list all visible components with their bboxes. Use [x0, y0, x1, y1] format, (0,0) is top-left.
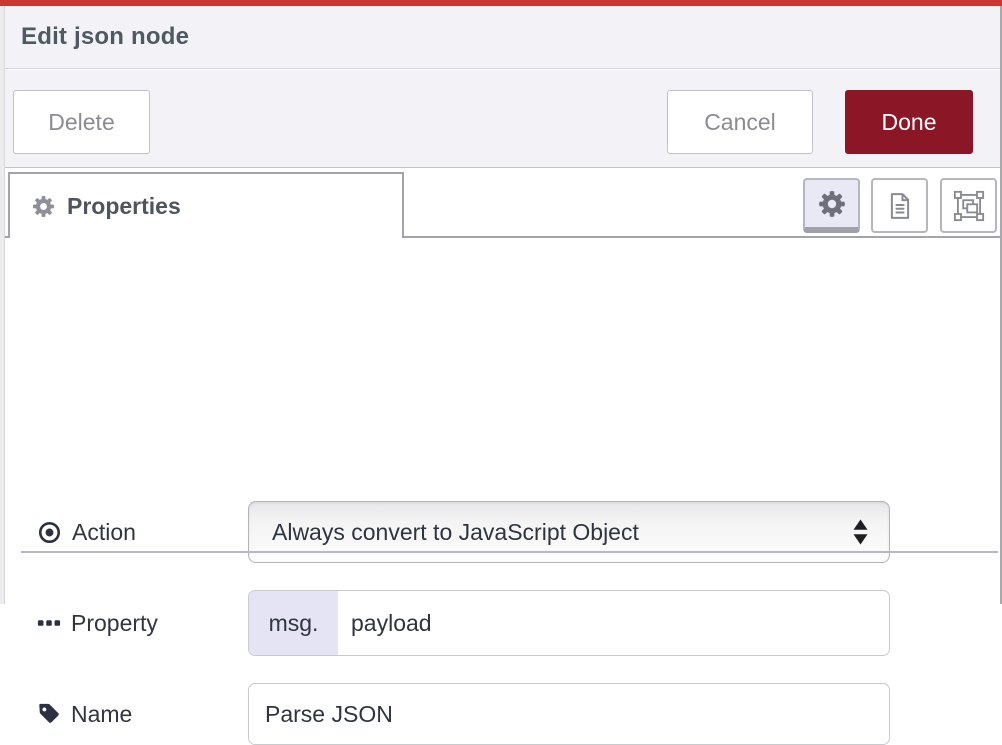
done-button[interactable]: Done — [845, 90, 973, 154]
gear-icon — [818, 190, 846, 218]
up-down-arrows-icon — [852, 520, 869, 545]
tag-icon — [37, 702, 61, 726]
delete-button-label: Delete — [48, 109, 114, 136]
property-label: Property — [37, 590, 158, 656]
name-label-text: Name — [71, 701, 132, 728]
properties-section-button[interactable] — [803, 178, 860, 233]
name-input[interactable] — [249, 684, 889, 744]
property-input-group: msg. — [248, 590, 890, 656]
name-label: Name — [37, 683, 132, 745]
file-lines-icon — [885, 191, 915, 221]
tray-left-edge — [0, 6, 5, 604]
done-button-label: Done — [882, 109, 937, 136]
msg-prefix-badge[interactable]: msg. — [249, 591, 338, 655]
description-section-button[interactable] — [871, 178, 928, 233]
properties-form: Action Always convert to JavaScript Obje… — [0, 238, 1002, 604]
gear-icon — [32, 195, 55, 218]
action-label: Action — [37, 501, 136, 563]
dialog-header: Edit json node — [0, 6, 1002, 69]
tab-properties-label: Properties — [67, 193, 181, 220]
dot-circle-icon — [37, 520, 62, 545]
dialog-title: Edit json node — [21, 23, 189, 51]
ellipsis-icon — [37, 618, 61, 628]
appearance-section-button[interactable] — [940, 178, 997, 233]
form-divider — [21, 551, 998, 553]
property-input[interactable] — [338, 591, 889, 655]
name-input-wrap — [248, 683, 890, 745]
action-select[interactable]: Always convert to JavaScript Object — [248, 501, 890, 563]
delete-button[interactable]: Delete — [13, 90, 150, 154]
action-select-value: Always convert to JavaScript Object — [272, 519, 639, 546]
object-group-icon — [953, 190, 985, 222]
cancel-button-label: Cancel — [704, 109, 776, 136]
tab-properties[interactable]: Properties — [8, 172, 404, 238]
editor-tab-bar: Properties — [0, 169, 1002, 238]
cancel-button[interactable]: Cancel — [667, 90, 813, 154]
property-label-text: Property — [71, 610, 158, 637]
action-label-text: Action — [72, 519, 136, 546]
top-accent-bar — [0, 0, 1002, 6]
dialog-toolbar: Delete Cancel Done — [0, 70, 1002, 168]
